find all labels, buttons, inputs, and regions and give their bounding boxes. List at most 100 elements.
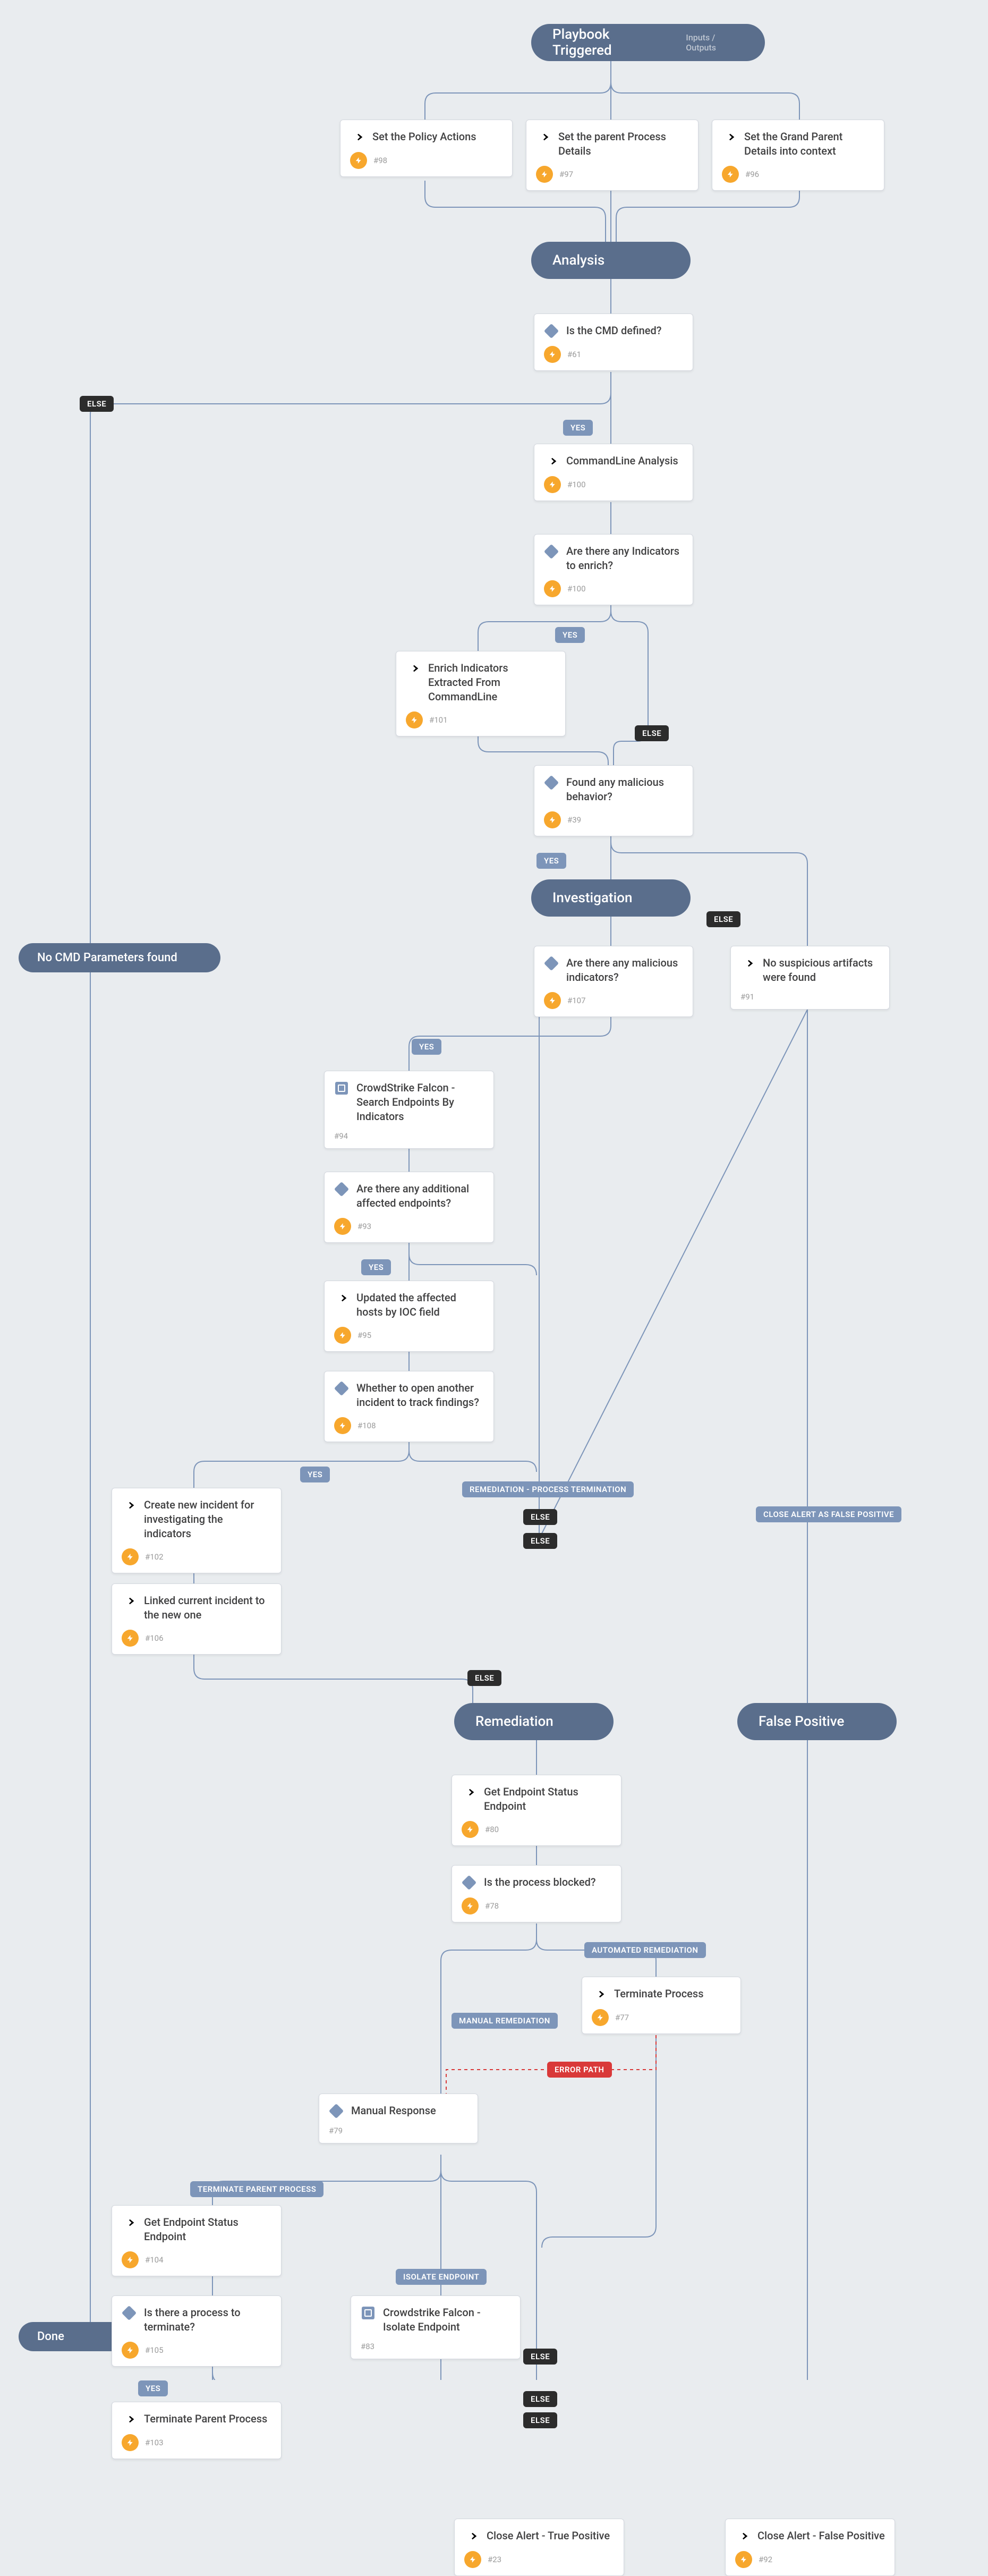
yes-badge: YES <box>361 1259 391 1275</box>
task-id: #80 <box>485 1825 499 1834</box>
yes-badge: YES <box>555 627 585 643</box>
section-no-cmd[interactable]: No CMD Parameters found <box>19 943 220 972</box>
diamond-icon <box>544 324 559 338</box>
task-104[interactable]: Get Endpoint Status Endpoint#104 <box>112 2205 282 2276</box>
task-23[interactable]: Close Alert - True Positive#23 <box>454 2519 624 2576</box>
io-label[interactable]: Inputs / Outputs <box>686 32 744 53</box>
task-title: Get Endpoint Status Endpoint <box>144 2215 271 2244</box>
bolt-icon <box>544 346 561 363</box>
task-id: #98 <box>373 156 387 165</box>
section-title: No CMD Parameters found <box>37 951 177 964</box>
bolt-icon <box>334 1327 351 1344</box>
bolt-icon <box>406 711 423 728</box>
yes-badge: YES <box>563 420 593 436</box>
book-icon <box>361 2306 376 2320</box>
close-fp-badge: CLOSE ALERT AS FALSE POSITIVE <box>756 1506 901 1522</box>
else-badge: ELSE <box>523 2391 557 2407</box>
task-id: #95 <box>357 1331 371 1340</box>
manual-badge: MANUAL REMEDIATION <box>452 2013 558 2029</box>
task-108[interactable]: Whether to open another incident to trac… <box>324 1371 494 1442</box>
else-badge: ELSE <box>523 1509 557 1525</box>
bolt-icon <box>122 1630 139 1647</box>
else-badge: ELSE <box>80 396 114 412</box>
task-106[interactable]: Linked current incident to the new one#1… <box>112 1583 282 1655</box>
task-61[interactable]: Is the CMD defined?#61 <box>534 313 693 371</box>
bolt-icon <box>544 992 561 1009</box>
task-title: Create new incident for investigating th… <box>144 1498 271 1541</box>
task-id: #105 <box>145 2345 164 2355</box>
task-title: CrowdStrike Falcon - Search Endpoints By… <box>356 1081 484 1124</box>
bolt-icon <box>464 2551 481 2568</box>
bolt-icon <box>544 476 561 493</box>
else-badge: ELSE <box>635 725 669 741</box>
task-96[interactable]: Set the Grand Parent Details into contex… <box>712 120 884 191</box>
task-80[interactable]: Get Endpoint Status Endpoint#80 <box>452 1775 621 1846</box>
section-remediation[interactable]: Remediation <box>454 1703 614 1740</box>
task-title: Set the Grand Parent Details into contex… <box>744 130 874 158</box>
task-title: No suspicious artifacts were found <box>763 956 880 985</box>
task-105[interactable]: Is there a process to terminate?#105 <box>112 2295 282 2367</box>
task-title: Found any malicious behavior? <box>566 775 683 804</box>
task-title: Manual Response <box>351 2104 468 2118</box>
task-83[interactable]: Crowdstrike Falcon - Isolate Endpoint#83 <box>351 2295 521 2359</box>
task-91[interactable]: No suspicious artifacts were found#91 <box>730 946 890 1010</box>
task-id: #108 <box>357 1421 376 1430</box>
arrow-icon <box>464 2529 479 2544</box>
task-id: #107 <box>567 996 586 1005</box>
yes-badge: YES <box>536 853 566 869</box>
yes-badge: YES <box>412 1039 441 1055</box>
task-title: Are there any malicious indicators? <box>566 956 683 985</box>
task-95[interactable]: Updated the affected hosts by IOC field #… <box>324 1281 494 1352</box>
task-id: #94 <box>334 1131 348 1141</box>
book-icon <box>334 1081 349 1096</box>
task-id: #61 <box>567 350 581 359</box>
task-97[interactable]: Set the parent Process Details#97 <box>526 120 699 191</box>
section-analysis[interactable]: Analysis <box>531 242 691 279</box>
section-title: Investigation <box>552 890 632 906</box>
task-107[interactable]: Are there any malicious indicators? #107 <box>534 946 693 1017</box>
yes-badge: YES <box>138 2380 168 2396</box>
section-investigation[interactable]: Investigation <box>531 879 691 917</box>
yes-badge: YES <box>300 1467 330 1482</box>
task-title: Are there any Indicators to enrich? <box>566 544 683 573</box>
task-100b[interactable]: Are there any Indicators to enrich?#100 <box>534 534 693 605</box>
bolt-icon <box>722 166 739 183</box>
task-title: Updated the affected hosts by IOC field <box>356 1291 484 1319</box>
task-78[interactable]: Is the process blocked?#78 <box>452 1865 621 1922</box>
task-id: #96 <box>745 170 759 179</box>
task-id: #97 <box>559 170 573 179</box>
task-94[interactable]: CrowdStrike Falcon - Search Endpoints By… <box>324 1071 494 1149</box>
task-100[interactable]: CommandLine Analysis#100 <box>534 444 693 501</box>
task-103[interactable]: Terminate Parent Process#103 <box>112 2402 282 2459</box>
task-id: #92 <box>759 2555 772 2564</box>
task-101[interactable]: Enrich Indicators Extracted From Command… <box>396 651 566 736</box>
arrow-icon <box>536 130 551 145</box>
bolt-icon <box>462 1897 479 1914</box>
task-102[interactable]: Create new incident for investigating th… <box>112 1488 282 1573</box>
section-false-positive[interactable]: False Positive <box>737 1703 897 1740</box>
task-92[interactable]: Close Alert - False Positive#92 <box>725 2519 895 2576</box>
bolt-icon <box>544 811 561 828</box>
task-id: #102 <box>145 1552 164 1562</box>
task-93[interactable]: Are there any additional affected endpoi… <box>324 1172 494 1243</box>
section-title: Analysis <box>552 252 604 268</box>
playbook-canvas: Playbook Triggered Inputs / Outputs Anal… <box>0 0 988 2380</box>
task-39[interactable]: Found any malicious behavior?#39 <box>534 765 693 836</box>
task-id: #103 <box>145 2438 164 2447</box>
automated-badge: AUTOMATED REMEDIATION <box>584 1942 706 1958</box>
task-title: Set the Policy Actions <box>372 130 502 144</box>
else-badge: ELSE <box>706 911 740 927</box>
section-title: Done <box>37 2330 64 2343</box>
task-98[interactable]: Set the Policy Actions #98 <box>340 120 513 177</box>
arrow-icon <box>122 1498 137 1513</box>
bolt-icon <box>122 2434 139 2451</box>
task-79[interactable]: Manual Response#79 <box>319 2094 478 2143</box>
diamond-icon <box>334 1381 349 1396</box>
terminate-parent-badge: TERMINATE PARENT PROCESS <box>190 2181 323 2197</box>
section-playbook-triggered[interactable]: Playbook Triggered Inputs / Outputs <box>531 24 765 61</box>
bolt-icon <box>350 152 367 169</box>
task-77[interactable]: Terminate Process#77 <box>582 1977 741 2034</box>
diamond-icon <box>329 2104 344 2119</box>
isolate-badge: ISOLATE ENDPOINT <box>396 2269 487 2285</box>
arrow-icon <box>592 1987 607 2002</box>
